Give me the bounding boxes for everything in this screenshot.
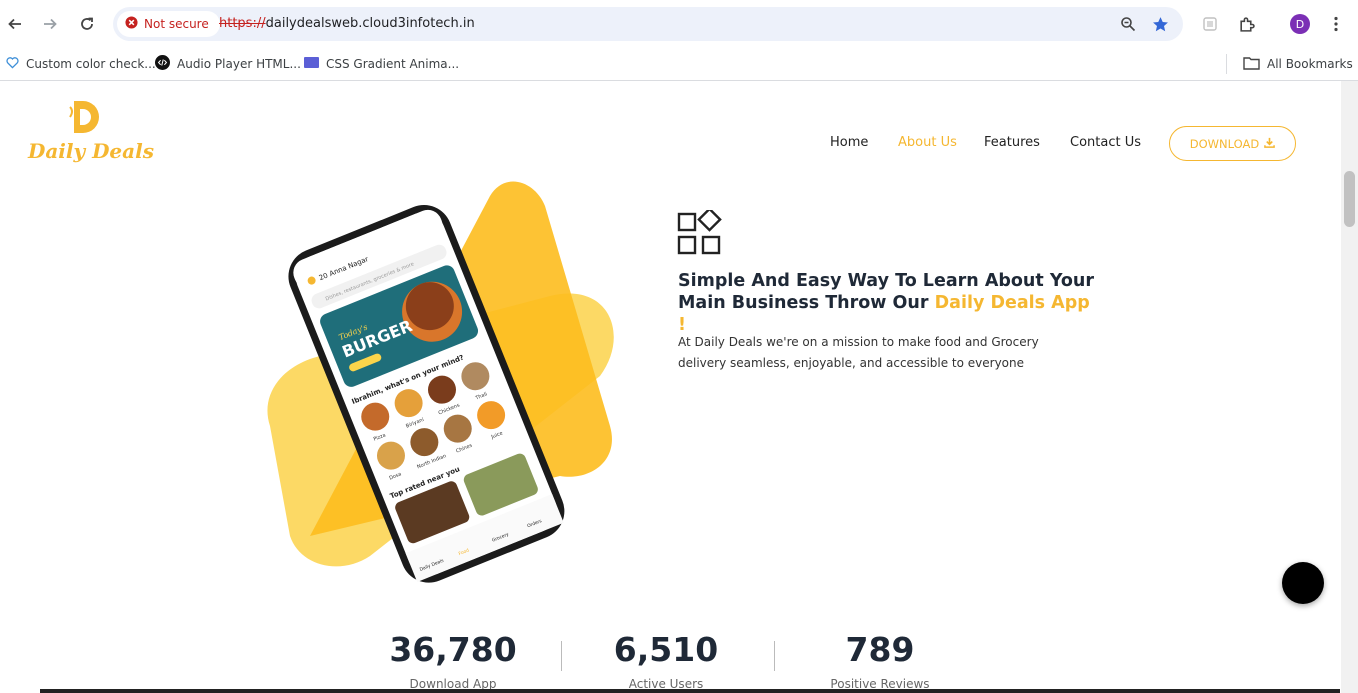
apps-grid-icon: [677, 210, 722, 255]
security-chip[interactable]: Not secure: [117, 11, 220, 37]
more-menu-icon[interactable]: [1324, 12, 1348, 36]
download-label: DOWNLOAD: [1189, 136, 1260, 151]
logo-text: Daily Deals: [28, 139, 154, 163]
web-page: Daily Deals Home About Us Features Conta…: [0, 81, 1341, 693]
bookmark-label: Custom color check...: [26, 57, 156, 71]
bookmarks-bar: Custom color check... Audio Player HTML.…: [0, 48, 1358, 81]
gradient-icon: [304, 57, 319, 71]
download-icon: [1264, 137, 1276, 151]
folder-icon: [1243, 56, 1260, 73]
security-label: Not secure: [144, 17, 209, 31]
stat-downloads: 36,780 Download App: [353, 630, 553, 692]
hero-description: At Daily Deals we're on a mission to mak…: [678, 335, 1039, 370]
nav-features[interactable]: Features: [984, 135, 1040, 150]
url-text[interactable]: https://dailydealsweb.cloud3infotech.in: [219, 16, 475, 31]
bookmarks-divider: [1226, 54, 1227, 74]
extension-puzzle-faded-icon[interactable]: [1198, 12, 1222, 36]
reload-icon[interactable]: [75, 12, 99, 36]
browser-toolbar: Not secure https://dailydealsweb.cloud3i…: [0, 0, 1358, 48]
heart-icon: [6, 56, 19, 72]
extensions-icon[interactable]: [1234, 12, 1258, 36]
download-button[interactable]: DOWNLOAD: [1169, 126, 1296, 161]
bookmark-item[interactable]: Audio Player HTML...: [155, 53, 301, 75]
hero-headline: Simple And Easy Way To Learn About Your …: [678, 270, 1098, 336]
logo-d-icon: [69, 101, 99, 133]
warning-icon: [125, 16, 138, 32]
stat-divider: [561, 641, 562, 671]
stat-value: 36,780: [389, 630, 517, 669]
profile-avatar[interactable]: D: [1290, 14, 1310, 34]
nav-about[interactable]: About Us: [898, 135, 957, 150]
all-bookmarks-button[interactable]: All Bookmarks: [1243, 53, 1353, 75]
stat-divider: [774, 641, 775, 671]
stat-active-users: 6,510 Active Users: [566, 630, 766, 692]
bottom-strip: [40, 689, 1340, 693]
stat-value: 6,510: [613, 630, 719, 669]
stat-value: 789: [845, 630, 915, 669]
zoom-icon[interactable]: [1118, 14, 1138, 34]
nav-home[interactable]: Home: [830, 135, 868, 150]
address-bar[interactable]: Not secure https://dailydealsweb.cloud3i…: [113, 7, 1183, 41]
url-scheme: https://: [219, 16, 266, 31]
hero-phone-illustration: 20 Anna Nagar Dishes, restaurants, groce…: [267, 181, 614, 583]
url-host: dailydealsweb.cloud3infotech.in: [265, 16, 475, 31]
bookmark-label: Audio Player HTML...: [177, 57, 301, 71]
site-logo[interactable]: Daily Deals: [28, 99, 154, 169]
scrollbar-thumb[interactable]: [1344, 171, 1355, 227]
bookmark-label: CSS Gradient Anima...: [326, 57, 460, 71]
back-icon[interactable]: [3, 12, 27, 36]
all-bookmarks-label: All Bookmarks: [1267, 57, 1353, 71]
bookmark-item[interactable]: CSS Gradient Anima...: [304, 53, 459, 75]
chat-floating-button[interactable]: [1282, 562, 1324, 604]
bookmark-star-icon[interactable]: [1150, 14, 1170, 34]
page-scrollbar[interactable]: [1341, 81, 1358, 693]
code-icon: [155, 55, 170, 73]
stat-reviews: 789 Positive Reviews: [780, 630, 980, 692]
bookmark-item[interactable]: Custom color check...: [6, 53, 156, 75]
nav-contact[interactable]: Contact Us: [1070, 135, 1141, 150]
forward-icon[interactable]: [38, 12, 62, 36]
